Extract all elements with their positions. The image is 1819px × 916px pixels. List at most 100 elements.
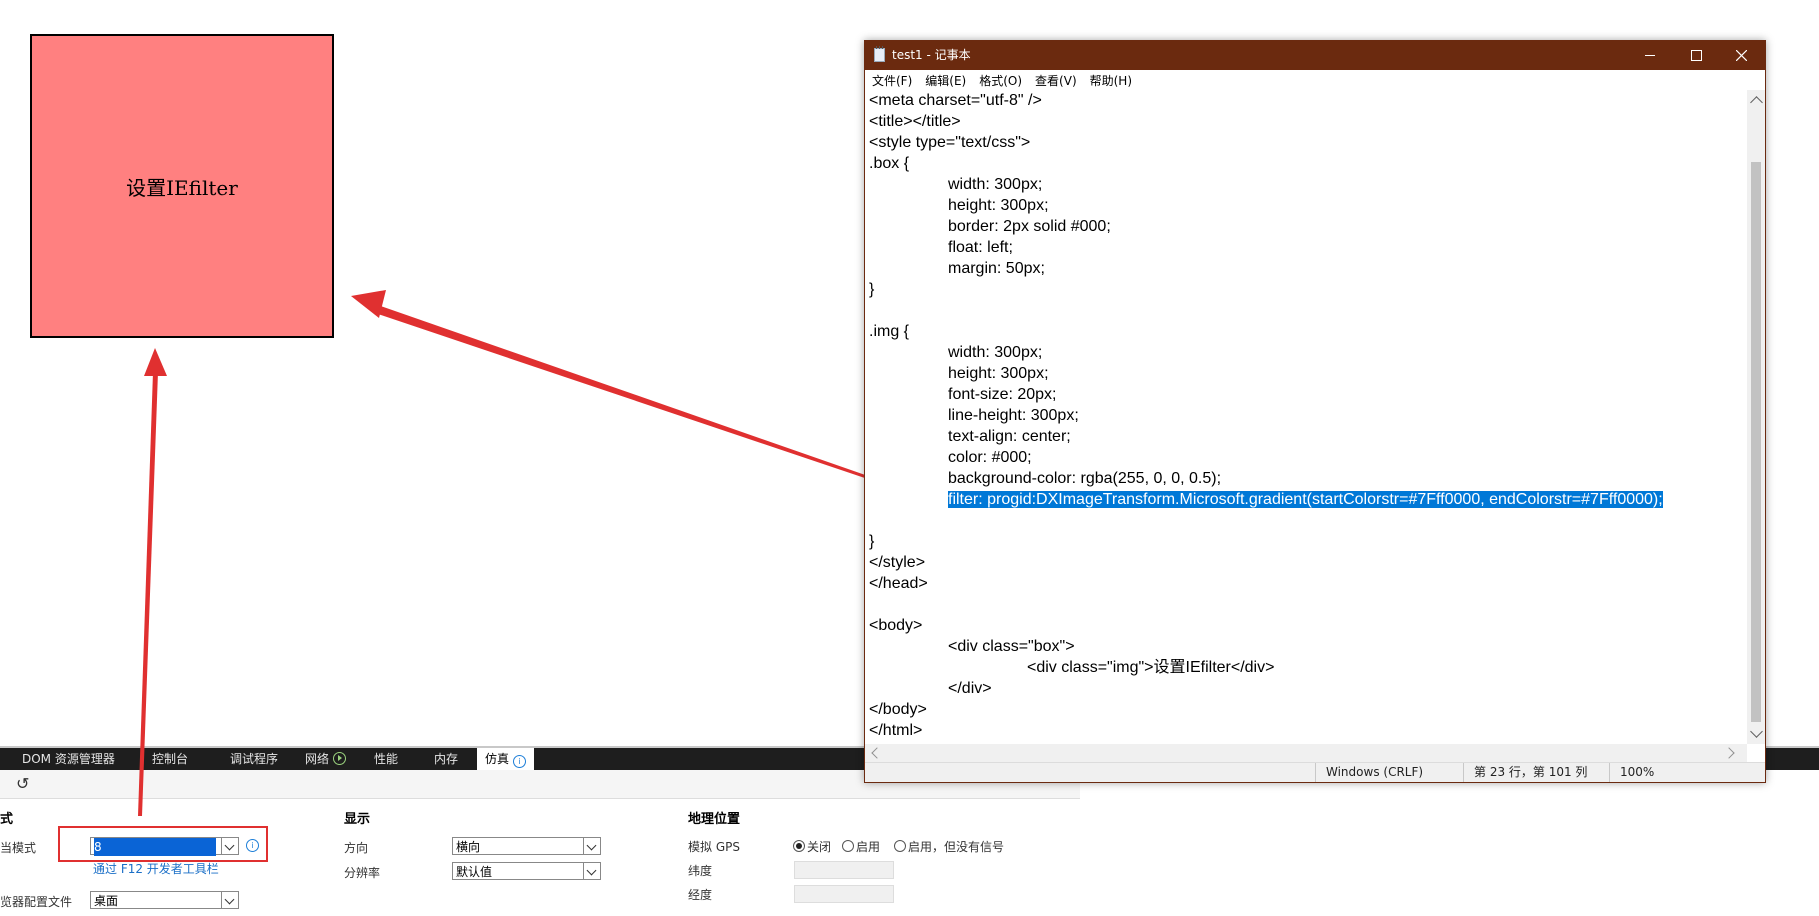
info-icon: i: [513, 755, 527, 768]
code-line-text: .box {: [869, 155, 910, 172]
longitude-input[interactable]: [794, 885, 894, 903]
orientation-label: 方向: [344, 841, 369, 855]
menu-format[interactable]: 格式(O): [979, 71, 1022, 91]
gps-off-label: 关闭: [807, 840, 832, 854]
menu-view[interactable]: 查看(V): [1035, 71, 1077, 91]
code-line: </body>: [869, 699, 927, 720]
close-icon: [1736, 50, 1747, 61]
minimize-button[interactable]: [1627, 41, 1673, 70]
code-line: }: [869, 279, 874, 300]
radio-checked-icon: [793, 840, 805, 852]
code-line-text: width: 300px;: [948, 344, 1043, 361]
code-line-text: font-size: 20px;: [948, 386, 1057, 403]
code-line-text: height: 300px;: [948, 365, 1049, 382]
code-line: <title></title>: [869, 111, 961, 132]
notepad-menu-bar: 文件(F) 编辑(E) 格式(O) 查看(V) 帮助(H): [865, 70, 1765, 90]
gps-nosignal-radio[interactable]: 启用，但没有信号: [894, 838, 1004, 855]
notepad-window: test1 - 记事本 文件(F) 编辑(E) 格式(O) 查看(V) 帮助(H) <m…: [864, 40, 1766, 783]
code-line-text: </head>: [869, 575, 928, 592]
horizontal-scrollbar[interactable]: [865, 744, 1747, 762]
arrowhead-up: [144, 348, 167, 376]
selected-filter-text: filter: progid:DXImageTransform.Microsof…: [948, 491, 1663, 508]
tab-memory[interactable]: 内存: [434, 748, 458, 770]
code-line-text: text-align: center;: [948, 428, 1071, 445]
menu-help[interactable]: 帮助(H): [1090, 71, 1132, 91]
highlight-annotation-frame: [58, 826, 268, 862]
browser-profile-label: 览器配置文件: [0, 895, 73, 909]
code-line: .img {: [869, 321, 909, 342]
code-line-text: <meta charset="utf-8" />: [869, 92, 1042, 109]
browser-profile-select[interactable]: 桌面: [90, 891, 239, 909]
code-line-text: </html>: [869, 722, 923, 739]
code-line: text-align: center;: [948, 426, 1071, 447]
orientation-select[interactable]: 横向: [452, 837, 601, 855]
code-line-text: background-color: rgba(255, 0, 0, 0.5);: [948, 470, 1222, 487]
close-button[interactable]: [1719, 41, 1765, 70]
gps-on-label: 启用: [856, 840, 881, 854]
reset-icon[interactable]: ↺: [16, 774, 29, 793]
notepad-text-area[interactable]: <meta charset="utf-8" /> <title></title> <…: [865, 90, 1747, 744]
gps-nosignal-label: 启用，但没有信号: [908, 840, 1005, 854]
tab-network[interactable]: 网络: [305, 748, 347, 770]
cursor-position-status: 第 23 行，第 101 列: [1463, 763, 1609, 782]
code-line: margin: 50px;: [948, 258, 1045, 279]
code-line-text: <style type="text/css">: [869, 134, 1031, 151]
maximize-button[interactable]: [1673, 41, 1719, 70]
notepad-app-icon: [874, 46, 885, 62]
notepad-title-bar[interactable]: test1 - 记事本: [865, 41, 1765, 70]
orientation-value: 横向: [456, 840, 481, 854]
code-line: <body>: [869, 615, 922, 636]
arrow-to-box: [372, 304, 937, 502]
resolution-label: 分辨率: [344, 866, 381, 880]
browser-profile-value: 桌面: [94, 894, 119, 908]
chevron-down-icon: [583, 838, 600, 854]
code-line: background-color: rgba(255, 0, 0, 0.5);: [948, 468, 1221, 489]
tab-debugger[interactable]: 调试程序: [230, 748, 278, 770]
code-line-text: <title></title>: [869, 113, 961, 130]
window-title: test1 - 记事本: [892, 48, 971, 62]
zoom-status: 100%: [1609, 763, 1680, 782]
chevron-down-icon: [221, 892, 238, 908]
code-line: border: 2px solid #000;: [948, 216, 1111, 237]
gps-label: 模拟 GPS: [688, 840, 740, 854]
doc-mode-label: 当模式: [0, 841, 37, 855]
menu-file[interactable]: 文件(F): [872, 71, 912, 91]
code-line-text: <body>: [869, 617, 923, 634]
code-line-text: float: left;: [948, 239, 1013, 256]
display-heading: 显示: [344, 812, 371, 827]
scroll-thumb[interactable]: [1751, 162, 1761, 722]
tab-emulation-label: 仿真: [485, 752, 510, 766]
code-line-text: .img {: [869, 323, 910, 340]
resolution-select[interactable]: 默认值: [452, 862, 601, 880]
rendered-box-text: 设置IEfilter: [126, 175, 238, 200]
arrowhead-right: [351, 290, 386, 318]
code-line: line-height: 300px;: [948, 405, 1079, 426]
code-line-text: <div class="box">: [948, 638, 1075, 655]
code-line-text: </style>: [869, 554, 926, 571]
encoding-status: Windows (CRLF): [1315, 763, 1461, 782]
scroll-down-icon[interactable]: [1750, 725, 1763, 738]
latitude-input[interactable]: [794, 861, 894, 879]
code-line-text: height: 300px;: [948, 197, 1049, 214]
f12-toolbar-link[interactable]: 通过 F12 开发者工具栏: [93, 860, 219, 877]
scroll-up-icon[interactable]: [1750, 96, 1763, 109]
tab-dom-explorer[interactable]: DOM 资源管理器: [22, 748, 115, 770]
code-line-text: color: #000;: [948, 449, 1032, 466]
code-line: width: 300px;: [948, 174, 1042, 195]
tab-console[interactable]: 控制台: [152, 748, 188, 770]
scroll-right-icon[interactable]: [1723, 747, 1735, 759]
scroll-left-icon[interactable]: [871, 747, 883, 759]
record-play-icon: [333, 752, 347, 765]
code-line-text: line-height: 300px;: [948, 407, 1079, 424]
vertical-scrollbar[interactable]: [1747, 90, 1765, 744]
notepad-status-bar: Windows (CRLF) 第 23 行，第 101 列 100%: [865, 762, 1765, 782]
code-line: float: left;: [948, 237, 1013, 258]
code-line: font-size: 20px;: [948, 384, 1057, 405]
gps-off-radio[interactable]: 关闭: [793, 838, 831, 855]
latitude-label: 纬度: [688, 864, 713, 878]
tab-performance[interactable]: 性能: [374, 748, 398, 770]
gps-on-radio[interactable]: 启用: [842, 838, 880, 855]
menu-edit[interactable]: 编辑(E): [925, 71, 966, 91]
tab-emulation[interactable]: 仿真 i: [477, 748, 535, 770]
code-line: </style>: [869, 552, 925, 573]
